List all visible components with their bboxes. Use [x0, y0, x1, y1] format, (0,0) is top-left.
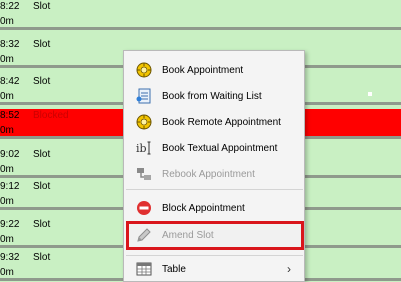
table-icon — [136, 262, 152, 276]
menu-item-label: Table — [162, 264, 186, 275]
slot-status: Slot — [33, 1, 51, 12]
menu-item-amend-slot[interactable]: Amend Slot — [126, 221, 304, 250]
slot-duration: 0m — [0, 267, 14, 278]
menu-item-book-remote-appointment[interactable]: Book Remote Appointment — [125, 109, 304, 135]
svg-text:ib: ib — [136, 142, 147, 155]
menu-item-book-appointment[interactable]: Book Appointment — [125, 57, 304, 83]
slot-time: 8:22 — [0, 1, 20, 12]
slot-status: Slot — [33, 219, 51, 230]
menu-item-block-appointment[interactable]: Block Appointment — [125, 195, 304, 221]
slot-duration: 0m — [0, 125, 14, 136]
slot-time: 9:02 — [0, 149, 20, 160]
chevron-right-icon: › — [287, 262, 291, 276]
menu-item-label: Block Appointment — [162, 203, 245, 214]
slot-status: Blocked — [33, 110, 69, 121]
slot-status: Slot — [33, 181, 51, 192]
slot-duration: 0m — [0, 164, 14, 175]
menu-item-label: Book Remote Appointment — [162, 117, 281, 128]
menu-item-book-textual-appointment[interactable]: ib Book Textual Appointment — [125, 135, 304, 161]
slot-time: 8:42 — [0, 76, 20, 87]
pencil-icon — [137, 228, 151, 242]
context-menu: Book Appointment Book from Waiting List … — [123, 50, 305, 282]
menu-item-label: Book Appointment — [162, 65, 244, 76]
slot-time: 9:12 — [0, 181, 20, 192]
remote-appointment-icon — [136, 114, 152, 130]
menu-item-table[interactable]: Table › — [125, 256, 304, 282]
slot-duration: 0m — [0, 91, 14, 102]
slot-duration: 0m — [0, 234, 14, 245]
slot-duration: 0m — [0, 54, 14, 65]
slot-duration: 0m — [0, 196, 14, 207]
slot-time: 9:22 — [0, 219, 20, 230]
block-icon — [137, 201, 151, 215]
menu-item-label: Book from Waiting List — [162, 91, 262, 102]
slot-time: 9:32 — [0, 252, 20, 263]
waiting-list-icon — [136, 88, 151, 104]
text-cursor-icon: ib — [136, 141, 151, 155]
rebook-icon — [137, 168, 151, 180]
slot-status: Slot — [33, 252, 51, 263]
menu-item-label: Rebook Appointment — [162, 169, 255, 180]
slot-row[interactable]: 8:22 0m Slot — [0, 0, 401, 30]
slot-status: Slot — [33, 76, 51, 87]
slot-status: Slot — [33, 149, 51, 160]
menu-item-rebook-appointment[interactable]: Rebook Appointment — [125, 161, 304, 187]
menu-separator — [126, 189, 303, 190]
menu-item-book-from-waiting-list[interactable]: Book from Waiting List — [125, 83, 304, 109]
book-appointment-icon — [136, 62, 152, 78]
cursor-dot — [368, 92, 372, 96]
slot-status: Slot — [33, 39, 51, 50]
menu-item-label: Amend Slot — [162, 230, 214, 241]
slot-time: 8:32 — [0, 39, 20, 50]
menu-item-label: Book Textual Appointment — [162, 143, 278, 154]
slot-duration: 0m — [0, 16, 14, 27]
slot-time: 8:52 — [0, 110, 20, 121]
